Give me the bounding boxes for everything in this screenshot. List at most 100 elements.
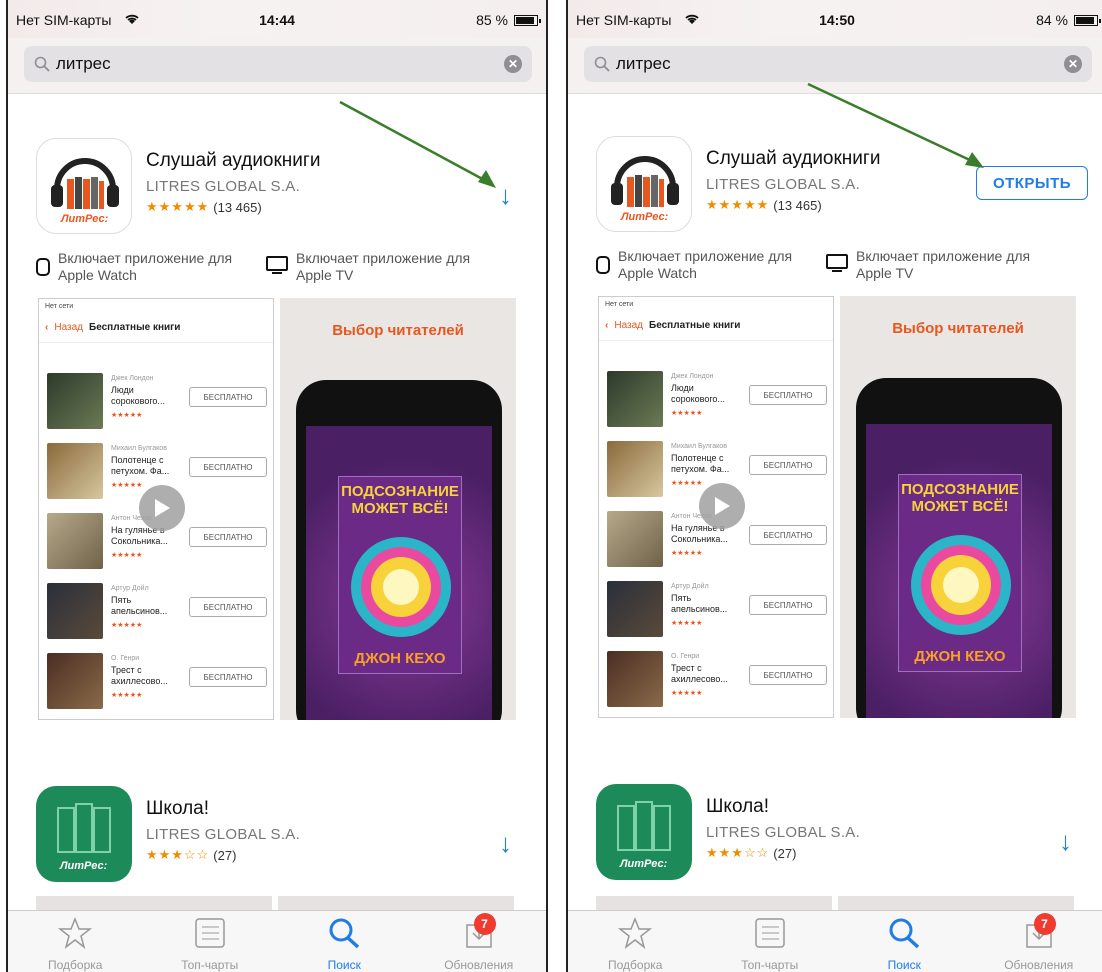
apple-watch-icon <box>596 254 610 280</box>
search-query: литрес <box>56 54 111 73</box>
audiobooks-app-icon: ЛитРес: <box>36 138 132 234</box>
book-cover <box>47 653 103 709</box>
screenshot-gallery[interactable]: Нет сети ‹ Назад Бесплатные книги Джек Лон… <box>38 298 516 720</box>
book-cover <box>47 583 103 639</box>
clear-search-icon[interactable]: ✕ <box>504 55 522 73</box>
play-video-icon[interactable] <box>699 483 745 529</box>
screenshot-readers-choice[interactable]: Выбор читателей ПОДСОЗНАНИЕ МОЖЕТ ВСЁ! Д… <box>280 298 516 720</box>
star-icon <box>618 916 653 954</box>
status-bar: Нет SIM-карты 14:44 85 % <box>8 0 546 40</box>
app-developer: LITRES GLOBAL S.A. <box>146 178 301 195</box>
battery-icon <box>1074 14 1101 26</box>
tab-label: Топ-чарты <box>181 958 239 972</box>
search-icon <box>594 56 610 72</box>
book-title: Полотенце с петухом. Фа... <box>111 455 170 476</box>
search-field[interactable]: литрес ✕ <box>584 46 1092 82</box>
rating-count: (27) <box>213 847 237 863</box>
list-item: Джек Лондон Люди сорокового... ★★★★★ БЕС… <box>607 371 827 435</box>
play-video-icon[interactable] <box>139 485 185 531</box>
cover-author: ДЖОН КЕХО <box>914 648 1006 665</box>
rating-stars: ★★★★★ <box>706 197 770 212</box>
book-stars: ★★★★★ <box>671 480 703 487</box>
book-author: О. Генри <box>671 653 700 660</box>
book-stars: ★★★★★ <box>111 482 143 489</box>
tab-label: Подборка <box>48 958 103 972</box>
rating-count: (13 465) <box>213 199 262 215</box>
app-icon-brand: ЛитРес: <box>60 860 108 872</box>
free-button: БЕСПЛАТНО <box>189 597 267 617</box>
list-icon <box>193 917 227 954</box>
list-item: О. Генри Трест с ахиллесово... ★★★★★ БЕС… <box>607 651 827 715</box>
download-arrow-icon[interactable]: ↓ <box>499 830 512 856</box>
book-stars: ★★★★★ <box>671 550 703 557</box>
divider-gap <box>548 0 566 972</box>
book-stars: ★★★★★ <box>111 692 143 699</box>
back-label: Назад <box>54 322 83 333</box>
rating-count: (27) <box>773 845 797 861</box>
screenshot-free-books[interactable]: Нет сети ‹ Назад Бесплатные книги Джек Лон… <box>38 298 274 720</box>
screenshot-free-books[interactable]: Нет сети ‹ Назад Бесплатные книги Джек Лон… <box>598 296 834 718</box>
app-title: Слушай аудиокниги <box>146 150 321 171</box>
screenshot-title: Бесплатные книги <box>649 320 741 331</box>
tab-search[interactable]: Поиск <box>277 911 412 972</box>
clear-search-icon[interactable]: ✕ <box>1064 55 1082 73</box>
book-title: Пять апельсинов... <box>671 593 728 614</box>
tab-updates[interactable]: 7 Обновления <box>412 911 547 972</box>
back-label: Назад <box>614 320 643 331</box>
back-chevron-icon: ‹ <box>45 322 49 333</box>
book-cover <box>47 373 103 429</box>
book-stars: ★★★★★ <box>671 620 703 627</box>
book-author: Джек Лондон <box>671 373 714 380</box>
tab-search[interactable]: Поиск <box>837 911 972 972</box>
cover-author: ДЖОН КЕХО <box>354 650 446 667</box>
annotation-arrow <box>339 100 496 188</box>
star-icon <box>58 916 93 954</box>
app-result-school[interactable]: ЛитРес: Школа! LITRES GLOBAL S.A. ★★★☆☆(… <box>36 786 528 886</box>
app-developer: LITRES GLOBAL S.A. <box>146 826 301 843</box>
book-author: Михаил Булгаков <box>671 443 727 450</box>
list-item: Артур Дойл Пять апельсинов... ★★★★★ БЕСП… <box>47 583 267 647</box>
book-cover <box>607 581 663 637</box>
book-stars: ★★★★★ <box>111 622 143 629</box>
battery-icon <box>514 14 541 26</box>
free-button: БЕСПЛАТНО <box>189 667 267 687</box>
book-title: Полотенце с петухом. Фа... <box>671 453 730 474</box>
list-item: Артур Дойл Пять апельсинов... ★★★★★ БЕСП… <box>607 581 827 645</box>
tab-featured[interactable]: Подборка <box>568 911 703 972</box>
feature-tv-text: Включает приложение для Apple TV <box>296 250 471 283</box>
tab-updates[interactable]: 7 Обновления <box>972 911 1102 972</box>
rating-stars: ★★★★★ <box>146 199 210 214</box>
screenshot-readers-choice[interactable]: Выбор читателей ПОДСОЗНАНИЕ МОЖЕТ ВСЁ! Д… <box>840 296 1076 718</box>
app-developer: LITRES GLOBAL S.A. <box>706 824 861 841</box>
search-query: литрес <box>616 54 671 73</box>
app-title: Школа! <box>706 796 770 817</box>
book-cover <box>47 443 103 499</box>
app-title: Школа! <box>146 798 210 819</box>
download-arrow-icon[interactable]: ↓ <box>1059 828 1072 854</box>
tab-top-charts[interactable]: Топ-чарты <box>703 911 838 972</box>
feature-badges: Включает приложение для Apple Watch Вклю… <box>596 248 1076 282</box>
search-field[interactable]: литрес ✕ <box>24 46 532 82</box>
clock: 14:44 <box>259 12 295 28</box>
book-title: Трест с ахиллесово... <box>671 663 728 684</box>
book-author: Артур Дойл <box>111 585 149 592</box>
book-author: О. Генри <box>111 655 140 662</box>
app-icon-brand: ЛитРес: <box>621 211 669 223</box>
next-screenshots-preview <box>596 896 1088 910</box>
school-app-icon: ЛитРес: <box>36 786 132 882</box>
free-button: БЕСПЛАТНО <box>749 385 827 405</box>
tab-featured[interactable]: Подборка <box>8 911 143 972</box>
app-result-school[interactable]: ЛитРес: Школа! LITRES GLOBAL S.A. ★★★☆☆(… <box>596 784 1088 884</box>
tab-top-charts[interactable]: Топ-чарты <box>143 911 278 972</box>
free-button: БЕСПЛАТНО <box>749 595 827 615</box>
screenshot-gallery[interactable]: Нет сети ‹ Назад Бесплатные книги Джек Лон… <box>598 296 1076 718</box>
book-cover <box>607 651 663 707</box>
featured-book-cover: ПОДСОЗНАНИЕ МОЖЕТ ВСЁ! ДЖОН КЕХО <box>898 474 1022 672</box>
battery-percent: 84 % <box>1036 12 1068 28</box>
feature-watch-text: Включает приложение для Apple Watch <box>58 250 233 283</box>
iphone-mockup: ПОДСОЗНАНИЕ МОЖЕТ ВСЁ! ДЖОН КЕХО <box>296 380 502 720</box>
book-stars: ★★★★★ <box>111 552 143 559</box>
feature-tv-text: Включает приложение для Apple TV <box>856 248 1031 281</box>
iphone-mockup: ПОДСОЗНАНИЕ МОЖЕТ ВСЁ! ДЖОН КЕХО <box>856 378 1062 718</box>
feature-apple-watch: Включает приложение для Apple Watch <box>596 248 798 282</box>
